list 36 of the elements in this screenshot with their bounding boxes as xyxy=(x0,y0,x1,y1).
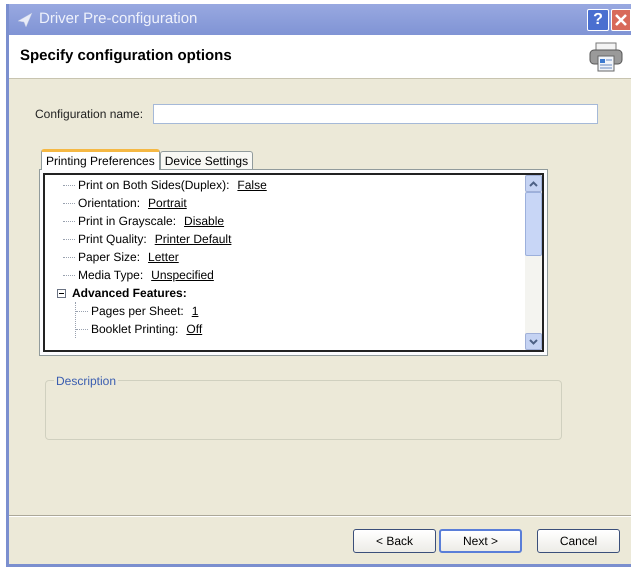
setting-label: Orientation: xyxy=(78,195,140,212)
down-chevron-icon xyxy=(529,338,538,344)
wizard-button[interactable]: Cancel xyxy=(537,528,620,552)
scroll-down-button[interactable] xyxy=(525,333,542,350)
printer-icon xyxy=(589,42,623,72)
setting-value-link[interactable]: Disable xyxy=(184,212,224,230)
setting-value-link[interactable]: Portrait xyxy=(148,194,187,212)
setting-value-link[interactable]: Unspecified xyxy=(151,266,214,284)
wizard-button[interactable]: Next > xyxy=(439,528,522,552)
close-icon xyxy=(615,14,627,26)
scroll-up-button[interactable] xyxy=(525,175,542,192)
setting-label: Print on Both Sides(Duplex): xyxy=(78,177,230,194)
setting-value-link[interactable]: 1 xyxy=(192,302,198,320)
setting-value-link[interactable]: Letter xyxy=(148,248,179,266)
tab[interactable]: Device Settings xyxy=(160,151,254,169)
wizard-button[interactable]: < Back xyxy=(353,528,436,552)
close-button[interactable] xyxy=(611,8,631,30)
up-chevron-icon xyxy=(529,180,538,186)
header-title: Specify configuration options xyxy=(20,46,232,66)
collapse-toggle[interactable] xyxy=(57,288,66,298)
help-button[interactable]: ? xyxy=(587,8,609,30)
setting-value-link[interactable]: Printer Default xyxy=(154,230,232,248)
setting-label: Print in Grayscale: xyxy=(78,213,176,230)
setting-label: Media Type: xyxy=(78,267,144,284)
group-label: Advanced Features: xyxy=(72,285,187,302)
window-title: Driver Pre-configuration xyxy=(39,9,198,30)
setting-label: Paper Size: xyxy=(78,249,140,266)
setting-label: Print Quality: xyxy=(78,231,147,248)
tab[interactable]: Printing Preferences xyxy=(41,149,160,170)
setting-label: Pages per Sheet: xyxy=(91,303,184,320)
paper-plane-icon xyxy=(17,12,33,28)
setting-value-link[interactable]: False xyxy=(237,176,267,194)
scroll-thumb[interactable] xyxy=(525,192,542,256)
field-label: Configuration name: xyxy=(35,106,144,123)
setting-value-link[interactable]: Off xyxy=(186,320,202,338)
setting-label: Booklet Printing: xyxy=(91,321,178,338)
